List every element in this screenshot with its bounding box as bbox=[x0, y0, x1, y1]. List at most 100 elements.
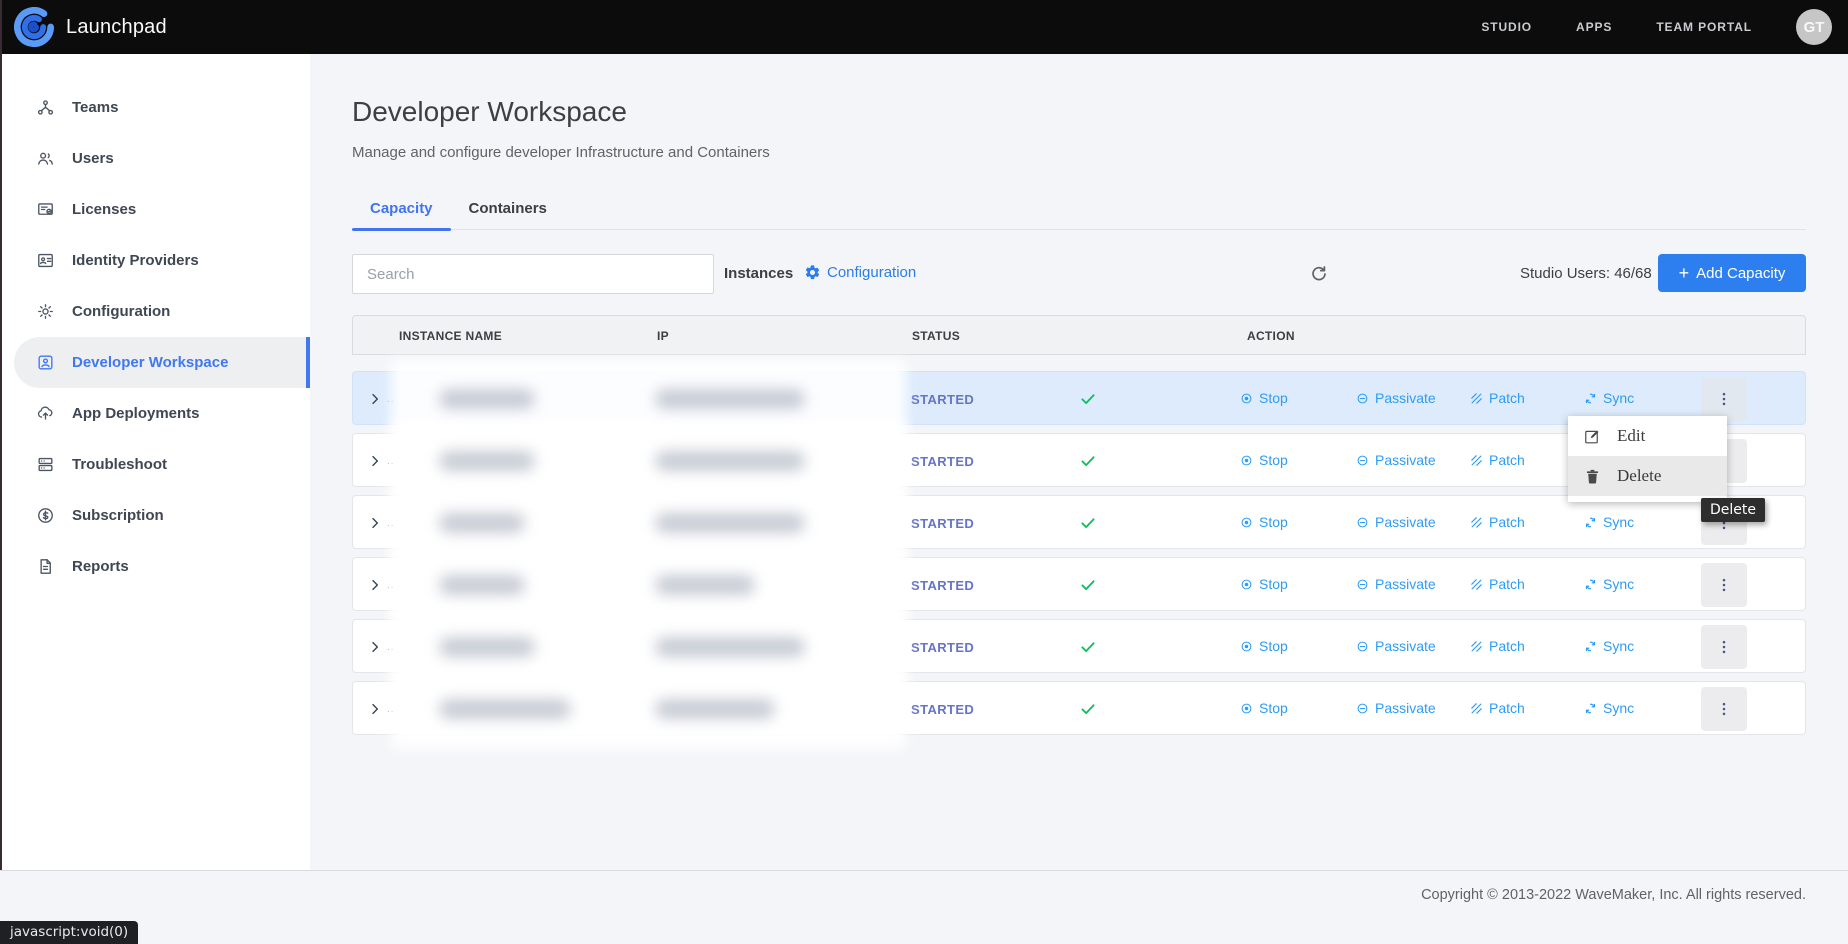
action-passivate-link[interactable]: Passivate bbox=[1355, 638, 1436, 654]
row-menu-button[interactable] bbox=[1701, 377, 1747, 421]
check-icon bbox=[1079, 638, 1097, 656]
expand-chevron-icon[interactable] bbox=[367, 701, 383, 717]
row-ellipsis: .. bbox=[387, 704, 395, 715]
action-stop-link[interactable]: Stop bbox=[1239, 390, 1288, 406]
sync-icon bbox=[1583, 391, 1598, 406]
row-menu-button[interactable] bbox=[1701, 687, 1747, 731]
action-stop-link[interactable]: Stop bbox=[1239, 452, 1288, 468]
topbar-link-studio[interactable]: STUDIO bbox=[1481, 20, 1532, 34]
action-label: Patch bbox=[1489, 452, 1525, 468]
passivate-icon bbox=[1355, 453, 1370, 468]
row-ellipsis: .. bbox=[387, 518, 395, 529]
action-patch-link[interactable]: Patch bbox=[1469, 638, 1525, 654]
topbar-links: STUDIO APPS TEAM PORTAL bbox=[1481, 20, 1796, 34]
sidebar-item-app-deployments[interactable]: App Deployments bbox=[0, 388, 310, 439]
action-patch-link[interactable]: Patch bbox=[1469, 514, 1525, 530]
action-passivate-link[interactable]: Passivate bbox=[1355, 700, 1436, 716]
sidebar-item-identity-providers[interactable]: Identity Providers bbox=[0, 235, 310, 286]
action-stop-link[interactable]: Stop bbox=[1239, 700, 1288, 716]
kebab-icon bbox=[1715, 700, 1733, 718]
status-badge: STARTED bbox=[911, 516, 974, 531]
menu-item-delete[interactable]: Delete bbox=[1568, 456, 1727, 496]
sidebar-item-reports[interactable]: Reports bbox=[0, 541, 310, 592]
table-row: .. STARTED StopPassivatePatchSync bbox=[352, 681, 1806, 735]
action-stop-link[interactable]: Stop bbox=[1239, 638, 1288, 654]
action-label: Passivate bbox=[1375, 514, 1436, 530]
action-label: Patch bbox=[1489, 638, 1525, 654]
sidebar-item-label: Identity Providers bbox=[72, 252, 199, 269]
action-passivate-link[interactable]: Passivate bbox=[1355, 452, 1436, 468]
check-icon bbox=[1079, 390, 1097, 408]
sidebar-item-configuration[interactable]: Configuration bbox=[0, 286, 310, 337]
sidebar-item-troubleshoot[interactable]: Troubleshoot bbox=[0, 439, 310, 490]
passivate-icon bbox=[1355, 515, 1370, 530]
kebab-icon bbox=[1715, 638, 1733, 656]
action-patch-link[interactable]: Patch bbox=[1469, 452, 1525, 468]
action-sync-link[interactable]: Sync bbox=[1583, 390, 1634, 406]
action-sync-link[interactable]: Sync bbox=[1583, 514, 1634, 530]
sidebar-item-label: Teams bbox=[72, 99, 118, 116]
kebab-icon bbox=[1715, 576, 1733, 594]
avatar[interactable]: GT bbox=[1796, 9, 1832, 45]
action-patch-link[interactable]: Patch bbox=[1469, 576, 1525, 592]
action-passivate-link[interactable]: Passivate bbox=[1355, 576, 1436, 592]
ip-redacted bbox=[655, 637, 805, 657]
patch-icon bbox=[1469, 515, 1484, 530]
action-passivate-link[interactable]: Passivate bbox=[1355, 514, 1436, 530]
delete-icon bbox=[1583, 467, 1602, 486]
expand-chevron-icon[interactable] bbox=[367, 515, 383, 531]
col-header-status: STATUS bbox=[912, 329, 960, 343]
sidebar-item-subscription[interactable]: Subscription bbox=[0, 490, 310, 541]
action-stop-link[interactable]: Stop bbox=[1239, 514, 1288, 530]
action-label: Patch bbox=[1489, 390, 1525, 406]
expand-chevron-icon[interactable] bbox=[367, 639, 383, 655]
plus-icon: + bbox=[1679, 264, 1690, 282]
footer: Copyright © 2013-2022 WaveMaker, Inc. Al… bbox=[0, 870, 1848, 944]
sync-icon bbox=[1583, 577, 1598, 592]
sync-icon bbox=[1583, 701, 1598, 716]
row-context-menu: EditDelete bbox=[1568, 416, 1727, 502]
topbar-link-team-portal[interactable]: TEAM PORTAL bbox=[1656, 20, 1752, 34]
tab-capacity[interactable]: Capacity bbox=[352, 200, 451, 229]
page-title: Developer Workspace bbox=[352, 96, 627, 128]
action-sync-link[interactable]: Sync bbox=[1583, 576, 1634, 592]
expand-chevron-icon[interactable] bbox=[367, 453, 383, 469]
action-stop-link[interactable]: Stop bbox=[1239, 576, 1288, 592]
expand-chevron-icon[interactable] bbox=[367, 577, 383, 593]
search-input[interactable] bbox=[352, 254, 714, 294]
action-label: Passivate bbox=[1375, 452, 1436, 468]
copyright-text: Copyright © 2013-2022 WaveMaker, Inc. Al… bbox=[1421, 887, 1806, 903]
action-patch-link[interactable]: Patch bbox=[1469, 390, 1525, 406]
sidebar-item-users[interactable]: Users bbox=[0, 133, 310, 184]
configuration-link[interactable]: Configuration bbox=[804, 264, 916, 281]
stop-icon bbox=[1239, 453, 1254, 468]
window-left-edge bbox=[0, 0, 2, 870]
stop-icon bbox=[1239, 391, 1254, 406]
page-subtitle: Manage and configure developer Infrastru… bbox=[352, 144, 770, 161]
sidebar-item-label: Licenses bbox=[72, 201, 136, 218]
sidebar-item-developer-workspace[interactable]: Developer Workspace bbox=[14, 337, 310, 388]
troubleshoot-icon bbox=[36, 455, 55, 474]
action-label: Sync bbox=[1603, 576, 1634, 592]
passivate-icon bbox=[1355, 391, 1370, 406]
sidebar: Teams Users Licenses Identity Providers Conf… bbox=[0, 54, 310, 870]
action-patch-link[interactable]: Patch bbox=[1469, 700, 1525, 716]
expand-chevron-icon[interactable] bbox=[367, 391, 383, 407]
row-menu-button[interactable] bbox=[1701, 563, 1747, 607]
row-menu-button[interactable] bbox=[1701, 625, 1747, 669]
row-ellipsis: .. bbox=[387, 580, 395, 591]
sidebar-item-teams[interactable]: Teams bbox=[0, 82, 310, 133]
action-sync-link[interactable]: Sync bbox=[1583, 700, 1634, 716]
tab-containers[interactable]: Containers bbox=[451, 200, 565, 229]
ip-redacted bbox=[655, 451, 805, 471]
edit-icon bbox=[1583, 427, 1602, 446]
sidebar-item-licenses[interactable]: Licenses bbox=[0, 184, 310, 235]
action-sync-link[interactable]: Sync bbox=[1583, 638, 1634, 654]
redaction-fog bbox=[391, 359, 906, 439]
action-passivate-link[interactable]: Passivate bbox=[1355, 390, 1436, 406]
topbar-link-apps[interactable]: APPS bbox=[1576, 20, 1612, 34]
refresh-icon[interactable] bbox=[1308, 263, 1330, 285]
add-capacity-button[interactable]: + Add Capacity bbox=[1658, 254, 1806, 292]
status-badge: STARTED bbox=[911, 640, 974, 655]
menu-item-edit[interactable]: Edit bbox=[1568, 416, 1727, 456]
